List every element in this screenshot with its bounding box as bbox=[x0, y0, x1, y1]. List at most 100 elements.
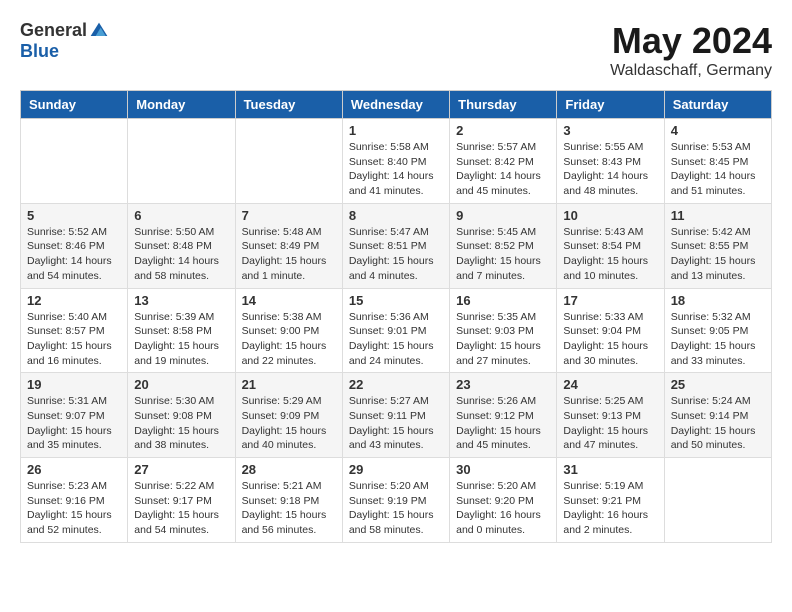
day-info: Sunrise: 5:23 AM Sunset: 9:16 PM Dayligh… bbox=[27, 479, 121, 538]
day-info: Sunrise: 5:43 AM Sunset: 8:54 PM Dayligh… bbox=[563, 225, 657, 284]
page-header: General Blue May 2024 Waldaschaff, Germa… bbox=[20, 20, 772, 80]
day-info: Sunrise: 5:38 AM Sunset: 9:00 PM Dayligh… bbox=[242, 310, 336, 369]
calendar-cell: 5 Sunrise: 5:52 AM Sunset: 8:46 PM Daylig… bbox=[21, 203, 128, 288]
day-info: Sunrise: 5:27 AM Sunset: 9:11 PM Dayligh… bbox=[349, 394, 443, 453]
day-number: 10 bbox=[563, 208, 657, 223]
day-info: Sunrise: 5:47 AM Sunset: 8:51 PM Dayligh… bbox=[349, 225, 443, 284]
day-info: Sunrise: 5:48 AM Sunset: 8:49 PM Dayligh… bbox=[242, 225, 336, 284]
calendar-cell: 31 Sunrise: 5:19 AM Sunset: 9:21 PM Dayli… bbox=[557, 458, 664, 543]
logo: General Blue bbox=[20, 20, 109, 62]
day-number: 21 bbox=[242, 377, 336, 392]
day-number: 15 bbox=[349, 293, 443, 308]
day-number: 31 bbox=[563, 462, 657, 477]
day-number: 29 bbox=[349, 462, 443, 477]
logo-icon bbox=[89, 21, 109, 41]
day-number: 25 bbox=[671, 377, 765, 392]
calendar-cell: 13 Sunrise: 5:39 AM Sunset: 8:58 PM Dayli… bbox=[128, 288, 235, 373]
day-number: 12 bbox=[27, 293, 121, 308]
day-number: 16 bbox=[456, 293, 550, 308]
day-number: 5 bbox=[27, 208, 121, 223]
calendar-cell: 18 Sunrise: 5:32 AM Sunset: 9:05 PM Dayli… bbox=[664, 288, 771, 373]
day-number: 30 bbox=[456, 462, 550, 477]
location-subtitle: Waldaschaff, Germany bbox=[610, 62, 772, 80]
calendar-cell: 29 Sunrise: 5:20 AM Sunset: 9:19 PM Dayli… bbox=[342, 458, 449, 543]
day-info: Sunrise: 5:29 AM Sunset: 9:09 PM Dayligh… bbox=[242, 394, 336, 453]
calendar-cell: 19Sunrise: 5:31 AM Sunset: 9:07 PM Dayli… bbox=[21, 373, 128, 458]
logo-blue-text: Blue bbox=[20, 41, 59, 62]
day-info: Sunrise: 5:53 AM Sunset: 8:45 PM Dayligh… bbox=[671, 140, 765, 199]
day-info: Sunrise: 5:36 AM Sunset: 9:01 PM Dayligh… bbox=[349, 310, 443, 369]
calendar-cell: 7Sunrise: 5:48 AM Sunset: 8:49 PM Daylig… bbox=[235, 203, 342, 288]
calendar-cell: 26 Sunrise: 5:23 AM Sunset: 9:16 PM Dayli… bbox=[21, 458, 128, 543]
logo-general-text: General bbox=[20, 20, 87, 41]
day-info: Sunrise: 5:26 AM Sunset: 9:12 PM Dayligh… bbox=[456, 394, 550, 453]
day-info: Sunrise: 5:20 AM Sunset: 9:20 PM Dayligh… bbox=[456, 479, 550, 538]
day-number: 9 bbox=[456, 208, 550, 223]
day-info: Sunrise: 5:24 AM Sunset: 9:14 PM Dayligh… bbox=[671, 394, 765, 453]
day-number: 17 bbox=[563, 293, 657, 308]
day-number: 18 bbox=[671, 293, 765, 308]
calendar-cell: 16 Sunrise: 5:35 AM Sunset: 9:03 PM Dayli… bbox=[450, 288, 557, 373]
day-number: 2 bbox=[456, 123, 550, 138]
calendar-cell bbox=[21, 119, 128, 204]
day-info: Sunrise: 5:45 AM Sunset: 8:52 PM Dayligh… bbox=[456, 225, 550, 284]
day-number: 13 bbox=[134, 293, 228, 308]
month-year-title: May 2024 bbox=[610, 20, 772, 62]
day-info: Sunrise: 5:40 AM Sunset: 8:57 PM Dayligh… bbox=[27, 310, 121, 369]
day-number: 27 bbox=[134, 462, 228, 477]
calendar-cell: 3 Sunrise: 5:55 AM Sunset: 8:43 PM Daylig… bbox=[557, 119, 664, 204]
calendar-week-3: 12 Sunrise: 5:40 AM Sunset: 8:57 PM Dayli… bbox=[21, 288, 772, 373]
day-number: 22 bbox=[349, 377, 443, 392]
calendar-cell: 27 Sunrise: 5:22 AM Sunset: 9:17 PM Dayli… bbox=[128, 458, 235, 543]
day-number: 26 bbox=[27, 462, 121, 477]
day-info: Sunrise: 5:22 AM Sunset: 9:17 PM Dayligh… bbox=[134, 479, 228, 538]
weekday-header-sunday: Sunday bbox=[21, 91, 128, 119]
calendar-cell: 11 Sunrise: 5:42 AM Sunset: 8:55 PM Dayli… bbox=[664, 203, 771, 288]
calendar-cell: 30 Sunrise: 5:20 AM Sunset: 9:20 PM Dayli… bbox=[450, 458, 557, 543]
day-number: 11 bbox=[671, 208, 765, 223]
day-number: 20 bbox=[134, 377, 228, 392]
calendar-cell: 4 Sunrise: 5:53 AM Sunset: 8:45 PM Daylig… bbox=[664, 119, 771, 204]
day-number: 4 bbox=[671, 123, 765, 138]
weekday-header-friday: Friday bbox=[557, 91, 664, 119]
day-info: Sunrise: 5:30 AM Sunset: 9:08 PM Dayligh… bbox=[134, 394, 228, 453]
day-number: 3 bbox=[563, 123, 657, 138]
calendar-week-1: 1Sunrise: 5:58 AM Sunset: 8:40 PM Daylig… bbox=[21, 119, 772, 204]
title-block: May 2024 Waldaschaff, Germany bbox=[610, 20, 772, 80]
calendar-cell: 9 Sunrise: 5:45 AM Sunset: 8:52 PM Daylig… bbox=[450, 203, 557, 288]
calendar-cell: 17Sunrise: 5:33 AM Sunset: 9:04 PM Dayli… bbox=[557, 288, 664, 373]
calendar-cell: 10 Sunrise: 5:43 AM Sunset: 8:54 PM Dayli… bbox=[557, 203, 664, 288]
day-info: Sunrise: 5:25 AM Sunset: 9:13 PM Dayligh… bbox=[563, 394, 657, 453]
day-info: Sunrise: 5:19 AM Sunset: 9:21 PM Dayligh… bbox=[563, 479, 657, 538]
day-info: Sunrise: 5:52 AM Sunset: 8:46 PM Dayligh… bbox=[27, 225, 121, 284]
calendar-cell bbox=[664, 458, 771, 543]
calendar-cell: 28Sunrise: 5:21 AM Sunset: 9:18 PM Dayli… bbox=[235, 458, 342, 543]
calendar-week-2: 5 Sunrise: 5:52 AM Sunset: 8:46 PM Daylig… bbox=[21, 203, 772, 288]
calendar-cell: 12 Sunrise: 5:40 AM Sunset: 8:57 PM Dayli… bbox=[21, 288, 128, 373]
day-number: 8 bbox=[349, 208, 443, 223]
day-info: Sunrise: 5:35 AM Sunset: 9:03 PM Dayligh… bbox=[456, 310, 550, 369]
day-number: 28 bbox=[242, 462, 336, 477]
calendar-cell: 21 Sunrise: 5:29 AM Sunset: 9:09 PM Dayli… bbox=[235, 373, 342, 458]
calendar-week-5: 26 Sunrise: 5:23 AM Sunset: 9:16 PM Dayli… bbox=[21, 458, 772, 543]
calendar-week-4: 19Sunrise: 5:31 AM Sunset: 9:07 PM Dayli… bbox=[21, 373, 772, 458]
calendar-cell: 1Sunrise: 5:58 AM Sunset: 8:40 PM Daylig… bbox=[342, 119, 449, 204]
weekday-header-wednesday: Wednesday bbox=[342, 91, 449, 119]
weekday-header-tuesday: Tuesday bbox=[235, 91, 342, 119]
weekday-header-monday: Monday bbox=[128, 91, 235, 119]
day-info: Sunrise: 5:39 AM Sunset: 8:58 PM Dayligh… bbox=[134, 310, 228, 369]
calendar-cell: 14Sunrise: 5:38 AM Sunset: 9:00 PM Dayli… bbox=[235, 288, 342, 373]
weekday-header-row: SundayMondayTuesdayWednesdayThursdayFrid… bbox=[21, 91, 772, 119]
calendar-cell: 25 Sunrise: 5:24 AM Sunset: 9:14 PM Dayli… bbox=[664, 373, 771, 458]
day-info: Sunrise: 5:32 AM Sunset: 9:05 PM Dayligh… bbox=[671, 310, 765, 369]
calendar-cell: 6Sunrise: 5:50 AM Sunset: 8:48 PM Daylig… bbox=[128, 203, 235, 288]
day-info: Sunrise: 5:20 AM Sunset: 9:19 PM Dayligh… bbox=[349, 479, 443, 538]
calendar-cell bbox=[235, 119, 342, 204]
day-number: 1 bbox=[349, 123, 443, 138]
day-info: Sunrise: 5:55 AM Sunset: 8:43 PM Dayligh… bbox=[563, 140, 657, 199]
day-info: Sunrise: 5:50 AM Sunset: 8:48 PM Dayligh… bbox=[134, 225, 228, 284]
day-number: 23 bbox=[456, 377, 550, 392]
day-info: Sunrise: 5:42 AM Sunset: 8:55 PM Dayligh… bbox=[671, 225, 765, 284]
day-info: Sunrise: 5:31 AM Sunset: 9:07 PM Dayligh… bbox=[27, 394, 121, 453]
calendar-cell: 20 Sunrise: 5:30 AM Sunset: 9:08 PM Dayli… bbox=[128, 373, 235, 458]
